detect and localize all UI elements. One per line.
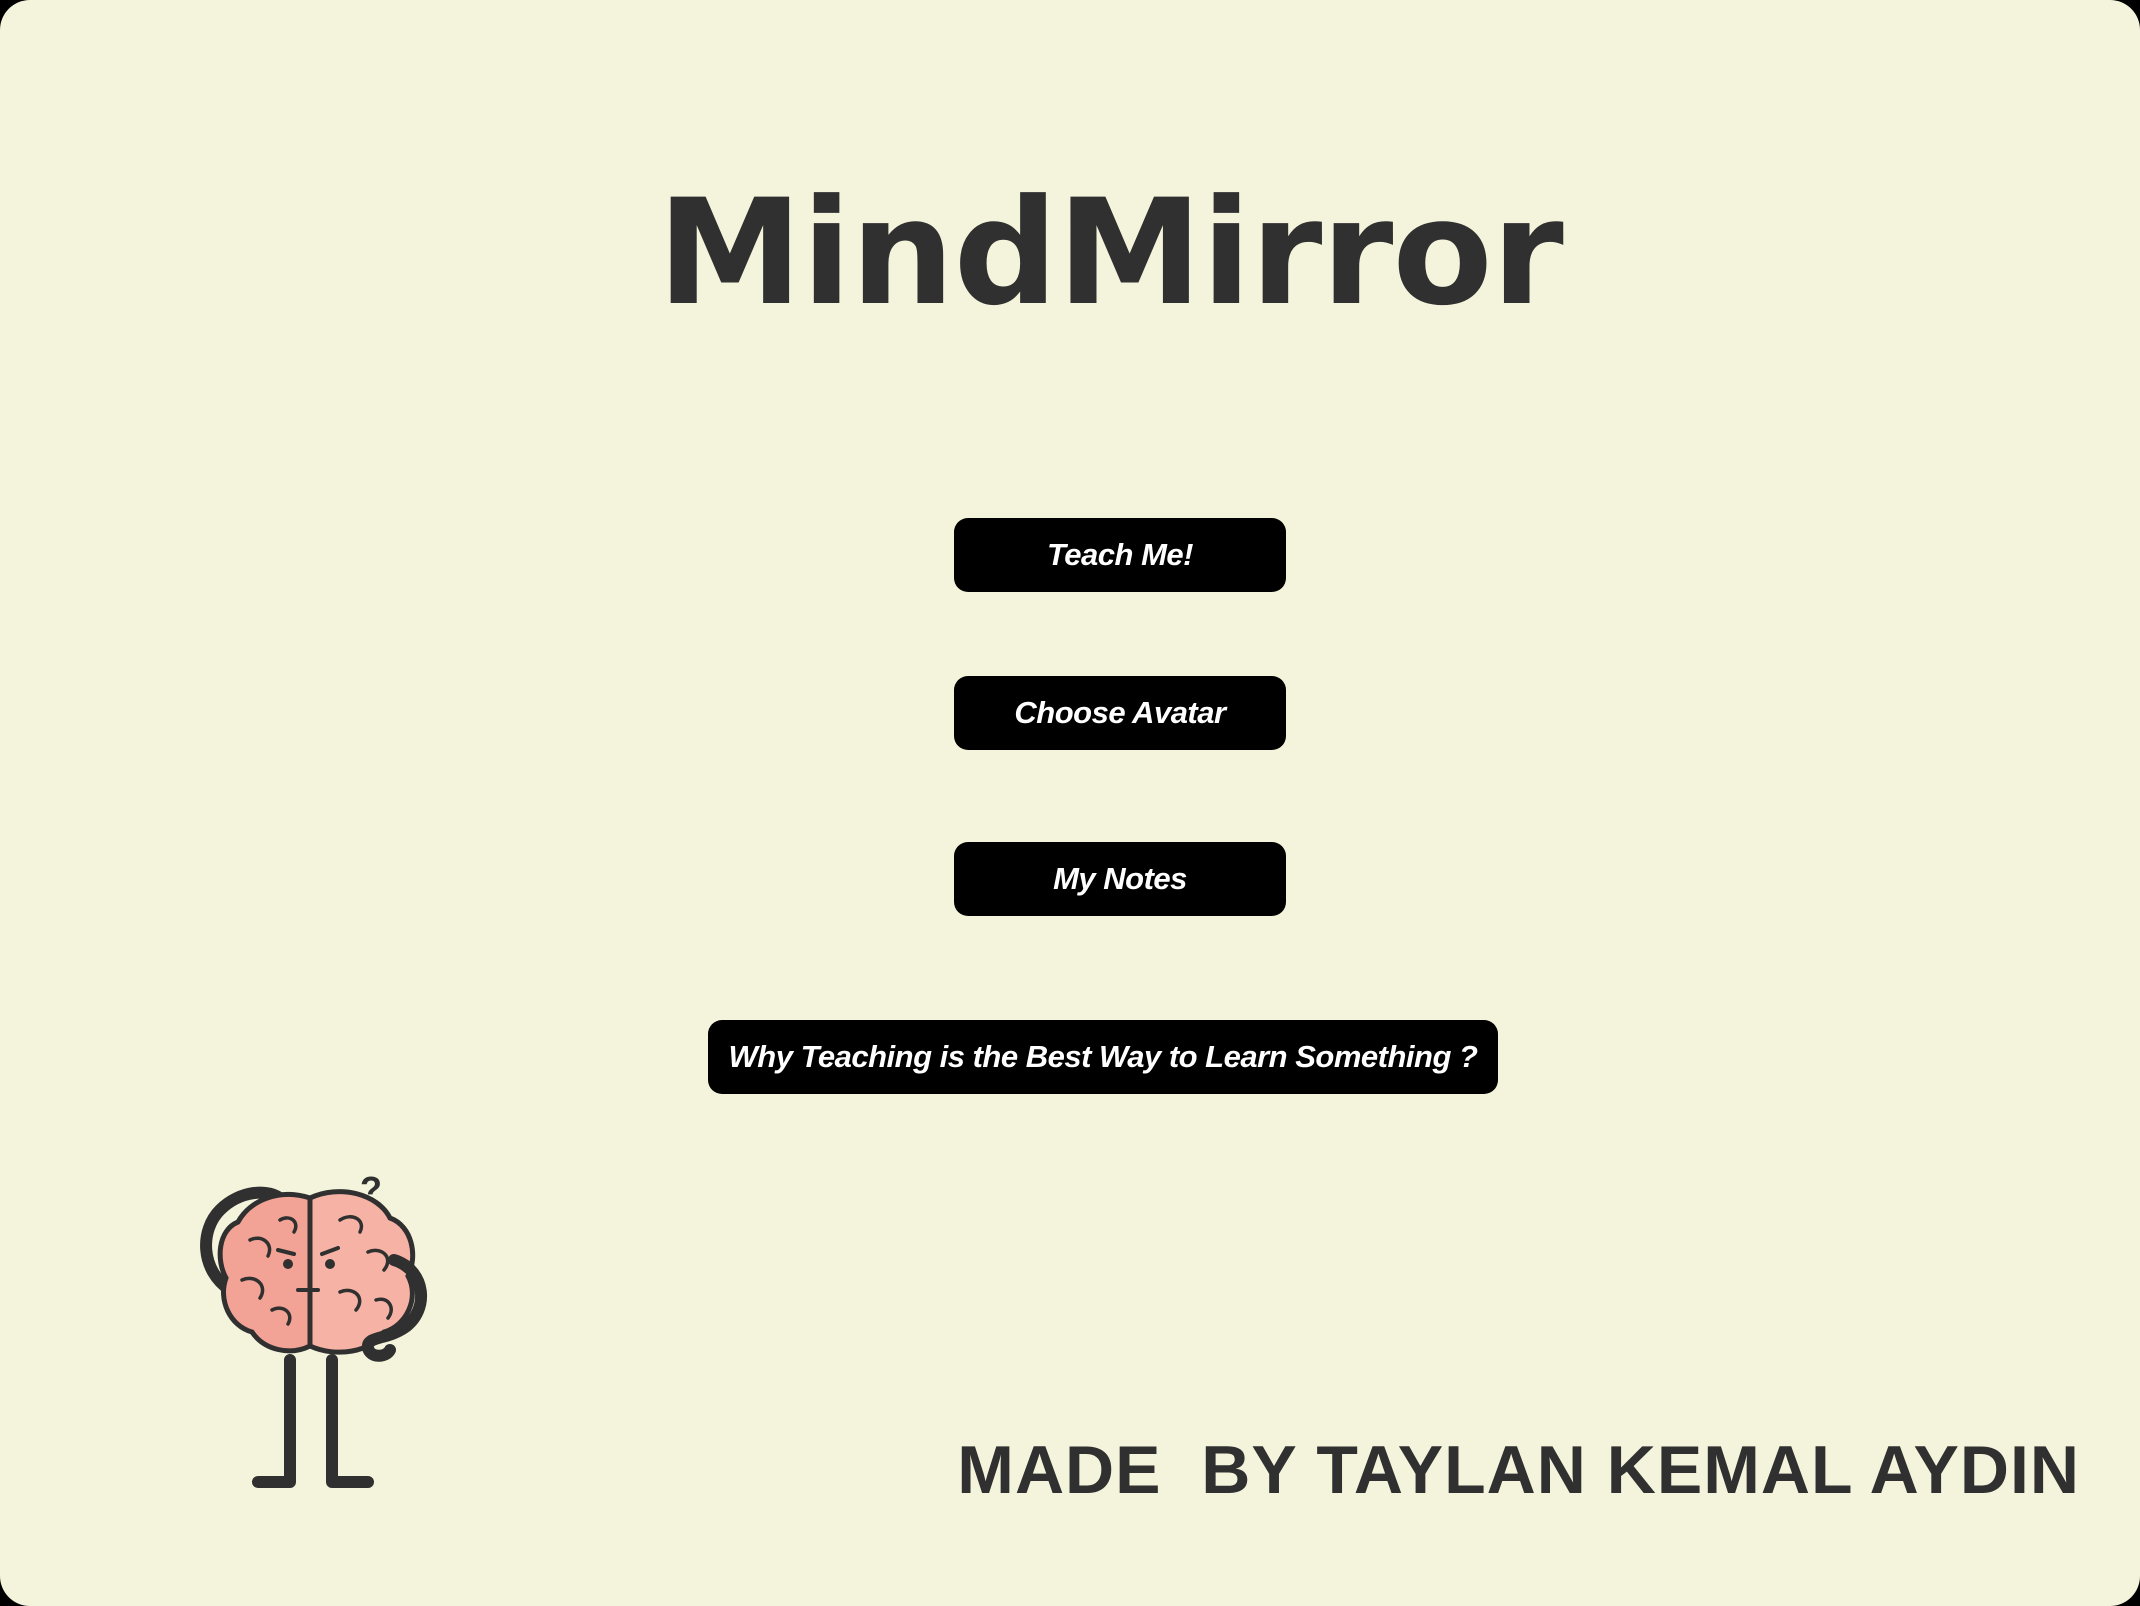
choose-avatar-label: Choose Avatar [1014, 695, 1226, 730]
my-notes-label: My Notes [1053, 861, 1187, 896]
app-window: MindMirror Teach Me! Choose Avatar My No… [0, 0, 2140, 1606]
app-title: MindMirror [657, 168, 1563, 338]
why-teaching-button[interactable]: Why Teaching is the Best Way to Learn So… [708, 1020, 1498, 1094]
my-notes-button[interactable]: My Notes [954, 842, 1286, 916]
thinking-brain-icon: ? [200, 1169, 428, 1488]
why-teaching-label: Why Teaching is the Best Way to Learn So… [728, 1039, 1478, 1074]
choose-avatar-button[interactable]: Choose Avatar [954, 676, 1286, 750]
credit-text: MADE BY TAYLAN KEMAL AYDIN [957, 1432, 2080, 1508]
teach-me-label: Teach Me! [1047, 537, 1193, 572]
teach-me-button[interactable]: Teach Me! [954, 518, 1286, 592]
